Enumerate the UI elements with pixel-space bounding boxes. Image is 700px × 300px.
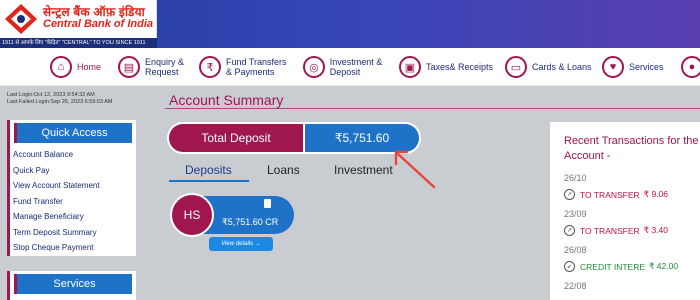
tab-investment[interactable]: Investment xyxy=(334,163,393,177)
transaction-row[interactable]: ↗ TO TRANSFER ₹ 3.40 xyxy=(564,225,700,236)
logo-tagline: 1911 से आपके लिए "केंद्रित" "CENTRAL" TO… xyxy=(0,38,157,48)
quick-access-title: Quick Access xyxy=(14,123,132,143)
txn-date: 26/10 xyxy=(564,173,587,183)
main-nav: ⌂ Home ▤ Enquiry & Request ₹ Fund Transf… xyxy=(0,48,700,86)
account-balance: ₹5,751.60 CR xyxy=(222,217,279,227)
txn-name: CREDIT INTERE xyxy=(580,261,646,272)
recent-transactions-title: Recent Transactions for the Account - xyxy=(564,135,699,162)
txn-date: 23/09 xyxy=(564,209,587,219)
quick-link-stop-cheque[interactable]: Stop Cheque Payment xyxy=(13,240,136,256)
services-panel: Services xyxy=(7,271,136,300)
transaction-row[interactable]: ↗ TO TRANSFER ₹ 9.06 xyxy=(564,189,700,200)
bank-logo[interactable]: सेन्ट्रल बैंक ऑफ़ इंडिया Central Bank of… xyxy=(0,0,157,48)
account-document-icon xyxy=(264,199,271,208)
login-info: Last Login:Oct 12, 2023 9:54:32 AM Last … xyxy=(7,92,113,106)
recent-transactions-panel: Recent Transactions for the Account - 26… xyxy=(550,122,700,300)
total-deposit-summary: Total Deposit ₹5,751.60 xyxy=(167,122,421,154)
annotation-arrow xyxy=(394,150,436,189)
transaction-row[interactable]: ↙ CREDIT INTERE ₹ 42.00 xyxy=(564,261,700,272)
credit-in-icon: ↙ xyxy=(564,261,575,272)
investment-icon: ◎ xyxy=(303,56,325,78)
quick-link-account-balance[interactable]: Account Balance xyxy=(13,147,136,163)
nav-services-label: Services xyxy=(629,62,664,72)
nav-cards-loans[interactable]: ▭ Cards & Loans xyxy=(505,52,592,82)
tab-loans[interactable]: Loans xyxy=(267,163,300,177)
home-icon: ⌂ xyxy=(50,56,72,78)
nav-cards-label: Cards & Loans xyxy=(532,62,592,72)
page-title: Account Summary xyxy=(169,92,284,108)
txn-name: TO TRANSFER xyxy=(580,189,640,200)
account-avatar: HS xyxy=(170,193,214,237)
bank-logo-icon xyxy=(2,2,40,36)
nav-home-label: Home xyxy=(77,62,102,72)
txn-amount: ₹ 3.40 xyxy=(643,225,668,235)
nav-enquiry-request[interactable]: ▤ Enquiry & Request xyxy=(118,52,188,82)
heart-check-icon: ♥ xyxy=(602,56,624,78)
top-header: सेन्ट्रल बैंक ऑफ़ इंडिया Central Bank of… xyxy=(0,0,700,48)
logo-english-text: Central Bank of India xyxy=(43,18,154,30)
txn-date: 26/08 xyxy=(564,245,587,255)
rupee-transfer-icon: ₹ xyxy=(199,56,221,78)
nav-enquiry-label: Enquiry & Request xyxy=(145,57,185,77)
services-title[interactable]: Services xyxy=(14,274,132,294)
account-card[interactable]: HS ₹5,751.60 CR xyxy=(170,193,294,237)
document-icon: ▤ xyxy=(118,56,140,78)
quick-link-view-statement[interactable]: View Account Statement xyxy=(13,178,136,194)
nav-fund-transfers[interactable]: ₹ Fund Transfers & Payments xyxy=(199,52,294,82)
txn-amount: ₹ 9.06 xyxy=(643,189,668,199)
card-icon: ▭ xyxy=(505,56,527,78)
last-login: Last Login:Oct 12, 2023 9:54:32 AM xyxy=(7,92,95,98)
user-icon: ● xyxy=(681,56,700,78)
nav-profile[interactable]: ● xyxy=(681,52,700,82)
wallet-icon: ▣ xyxy=(399,56,421,78)
nav-investment-deposit[interactable]: ◎ Investment & Deposit xyxy=(303,52,385,82)
nav-investment-label: Investment & Deposit xyxy=(329,57,383,77)
nav-taxes-label: Taxes& Receipts xyxy=(426,62,494,72)
quick-link-term-deposit[interactable]: Term Deposit Summary xyxy=(13,225,136,241)
quick-link-fund-transfer[interactable]: Fund Transfer xyxy=(13,194,136,210)
quick-link-manage-beneficiary[interactable]: Manage Beneficiary xyxy=(13,209,136,225)
nav-fund-transfers-label: Fund Transfers & Payments xyxy=(226,57,287,77)
quick-link-quick-pay[interactable]: Quick Pay xyxy=(13,163,136,179)
tab-deposits[interactable]: Deposits xyxy=(185,163,232,177)
nav-home[interactable]: ⌂ Home xyxy=(50,52,101,82)
nav-taxes-receipts[interactable]: ▣ Taxes& Receipts xyxy=(399,52,493,82)
view-details-button[interactable]: View details → xyxy=(209,237,273,251)
nav-services[interactable]: ♥ Services xyxy=(602,52,664,82)
txn-date: 22/08 xyxy=(564,281,587,291)
transfer-out-icon: ↗ xyxy=(564,189,575,200)
txn-amount: ₹ 42.00 xyxy=(649,261,679,271)
total-deposit-label: Total Deposit xyxy=(169,124,303,152)
title-divider xyxy=(165,108,700,109)
last-failed-login: Last Failed Login:Sep 26, 2023 6:59:03 A… xyxy=(7,99,113,105)
active-tab-underline xyxy=(169,180,249,182)
txn-name: TO TRANSFER xyxy=(580,225,640,236)
transfer-out-icon: ↗ xyxy=(564,225,575,236)
quick-access-panel: Quick Access Account Balance Quick Pay V… xyxy=(7,120,136,256)
